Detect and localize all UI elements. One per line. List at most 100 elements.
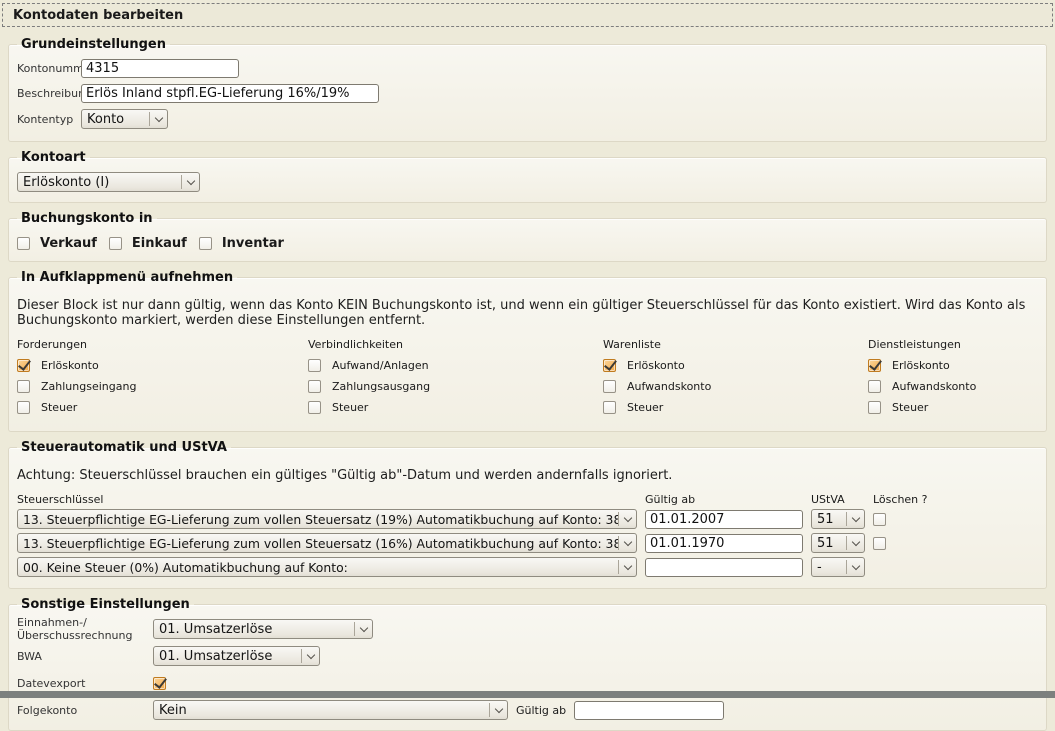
column-verbindlichkeiten: Verbindlichkeiten Aufwand/Anlagen Zahlun… (308, 338, 603, 422)
column-forderungen: Forderungen Erlöskonto Zahlungseingang S… (17, 338, 308, 422)
folgekonto-select-value: Kein (154, 703, 489, 718)
section-kontoart-legend: Kontoart (17, 150, 90, 165)
folgekonto-gueltig-ab-label: Gültig ab (516, 704, 566, 717)
checkbox-forderungen-zahlungseingang[interactable] (17, 380, 30, 393)
ustva-select-3[interactable]: - (811, 557, 865, 577)
folgekonto-gueltig-ab-input[interactable] (574, 701, 724, 720)
steuer-row: 13. Steuerpflichtige EG-Lieferung zum vo… (17, 533, 1038, 553)
datevexport-label: Datevexport (17, 677, 153, 690)
checkbox-inventar[interactable] (199, 237, 212, 250)
chevron-down-icon (619, 518, 636, 521)
ustva-select-value: - (812, 560, 846, 575)
euer-select-value: 01. Umsatzerlöse (154, 622, 354, 637)
section-sonstige: Sonstige Einstellungen Einnahmen-/Übersc… (8, 597, 1047, 731)
checkbox-label: Erlöskonto (41, 359, 99, 372)
section-grundeinstellungen-legend: Grundeinstellungen (17, 37, 170, 52)
folgekonto-select[interactable]: Kein (153, 700, 508, 720)
header-ustva: UStVA (811, 493, 865, 506)
page-title: Kontodaten bearbeiten (2, 3, 1053, 27)
checkbox-warenliste-aufwandskonto[interactable] (603, 380, 616, 393)
kontentyp-label: Kontentyp (17, 113, 81, 126)
gueltig-ab-input-1[interactable] (645, 510, 803, 529)
checkbox-label: Erlöskonto (627, 359, 685, 372)
checkbox-forderungen-erloeskonto[interactable] (17, 359, 30, 372)
checkbox-forderungen-steuer[interactable] (17, 401, 30, 414)
chevron-down-icon (355, 628, 372, 631)
ustva-select-2[interactable]: 51 (811, 533, 865, 553)
steuer-row: 00. Keine Steuer (0%) Automatikbuchung a… (17, 557, 1038, 577)
steuerschluessel-select-2[interactable]: 13. Steuerpflichtige EG-Lieferung zum vo… (17, 533, 637, 553)
column-header: Forderungen (17, 338, 308, 351)
chevron-down-icon (302, 655, 319, 658)
checkbox-label: Steuer (627, 401, 663, 414)
kontentyp-select[interactable]: Konto (81, 109, 168, 129)
steuerschluessel-select-1[interactable]: 13. Steuerpflichtige EG-Lieferung zum vo… (17, 509, 637, 529)
loeschen-checkbox-2[interactable] (873, 537, 886, 550)
kontoart-select[interactable]: Erlöskonto (I) (17, 172, 200, 192)
checkbox-label: Steuer (332, 401, 368, 414)
folgekonto-label: Folgekonto (17, 704, 153, 717)
chevron-down-icon (619, 542, 636, 545)
euer-label: Einnahmen-/Überschussrechnung (17, 616, 153, 642)
section-sonstige-legend: Sonstige Einstellungen (17, 597, 194, 612)
loeschen-checkbox-1[interactable] (873, 513, 886, 526)
checkbox-label: Aufwandskonto (627, 380, 711, 393)
checkbox-verbindlichkeiten-aufwand-anlagen[interactable] (308, 359, 321, 372)
ustva-select-1[interactable]: 51 (811, 509, 865, 529)
checkbox-einkauf[interactable] (109, 237, 122, 250)
checkbox-dienstleistungen-aufwandskonto[interactable] (868, 380, 881, 393)
kontonummer-label: Kontonummer (17, 62, 81, 75)
checkbox-label: Aufwand/Anlagen (332, 359, 429, 372)
checkbox-dienstleistungen-erloeskonto[interactable] (868, 359, 881, 372)
aufklappmenu-hint: Dieser Block ist nur dann gültig, wenn d… (17, 298, 1038, 328)
chevron-down-icon (490, 709, 507, 712)
checkbox-verbindlichkeiten-steuer[interactable] (308, 401, 321, 414)
checkbox-warenliste-erloeskonto[interactable] (603, 359, 616, 372)
bwa-select[interactable]: 01. Umsatzerlöse (153, 646, 320, 666)
steuerschluessel-select-value: 13. Steuerpflichtige EG-Lieferung zum vo… (18, 536, 618, 551)
beschreibung-input[interactable] (81, 84, 379, 103)
section-grundeinstellungen: Grundeinstellungen Kontonummer Beschreib… (8, 37, 1047, 142)
header-steuerschluessel: Steuerschlüssel (17, 493, 637, 506)
section-buchungskonto-legend: Buchungskonto in (17, 211, 157, 226)
kontonummer-input[interactable] (81, 59, 239, 78)
checkbox-verbindlichkeiten-zahlungsausgang[interactable] (308, 380, 321, 393)
section-aufklappmenu-legend: In Aufklappmenü aufnehmen (17, 270, 237, 285)
checkbox-verkauf-label: Verkauf (40, 236, 97, 251)
section-steuerautomatik-legend: Steuerautomatik und UStVA (17, 440, 231, 455)
bwa-label: BWA (17, 650, 153, 663)
column-dienstleistungen: Dienstleistungen Erlöskonto Aufwandskont… (868, 338, 1038, 422)
datevexport-checkbox[interactable] (153, 677, 166, 690)
checkbox-warenliste-steuer[interactable] (603, 401, 616, 414)
header-loeschen: Löschen ? (873, 493, 893, 506)
chevron-down-icon (847, 542, 864, 545)
column-header: Verbindlichkeiten (308, 338, 603, 351)
bwa-select-value: 01. Umsatzerlöse (154, 649, 301, 664)
header-gueltig-ab: Gültig ab (645, 493, 803, 506)
column-header: Dienstleistungen (868, 338, 1038, 351)
checkbox-label: Aufwandskonto (892, 380, 976, 393)
kontoart-select-value: Erlöskonto (I) (18, 175, 181, 190)
checkbox-label: Steuer (41, 401, 77, 414)
checkbox-dienstleistungen-steuer[interactable] (868, 401, 881, 414)
checkbox-label: Erlöskonto (892, 359, 950, 372)
checkbox-label: Steuer (892, 401, 928, 414)
gueltig-ab-input-2[interactable] (645, 534, 803, 553)
euer-select[interactable]: 01. Umsatzerlöse (153, 619, 373, 639)
ustva-select-value: 51 (812, 536, 846, 551)
steuerschluessel-select-value: 13. Steuerpflichtige EG-Lieferung zum vo… (18, 512, 618, 527)
ustva-select-value: 51 (812, 512, 846, 527)
steuerschluessel-select-3[interactable]: 00. Keine Steuer (0%) Automatikbuchung a… (17, 557, 637, 577)
gueltig-ab-input-3[interactable] (645, 558, 803, 577)
checkbox-inventar-label: Inventar (222, 236, 284, 251)
column-header: Warenliste (603, 338, 868, 351)
section-buchungskonto: Buchungskonto in Verkauf Einkauf Inventa… (8, 211, 1047, 262)
steuerautomatik-hint: Achtung: Steuerschlüssel brauchen ein gü… (17, 468, 1038, 483)
checkbox-verkauf[interactable] (17, 237, 30, 250)
section-steuerautomatik: Steuerautomatik und UStVA Achtung: Steue… (8, 440, 1047, 589)
bottom-status-bar (0, 691, 1055, 698)
steuerschluessel-select-value: 00. Keine Steuer (0%) Automatikbuchung a… (18, 560, 618, 575)
checkbox-einkauf-label: Einkauf (132, 236, 187, 251)
column-warenliste: Warenliste Erlöskonto Aufwandskonto Steu… (603, 338, 868, 422)
steuer-row: 13. Steuerpflichtige EG-Lieferung zum vo… (17, 509, 1038, 529)
